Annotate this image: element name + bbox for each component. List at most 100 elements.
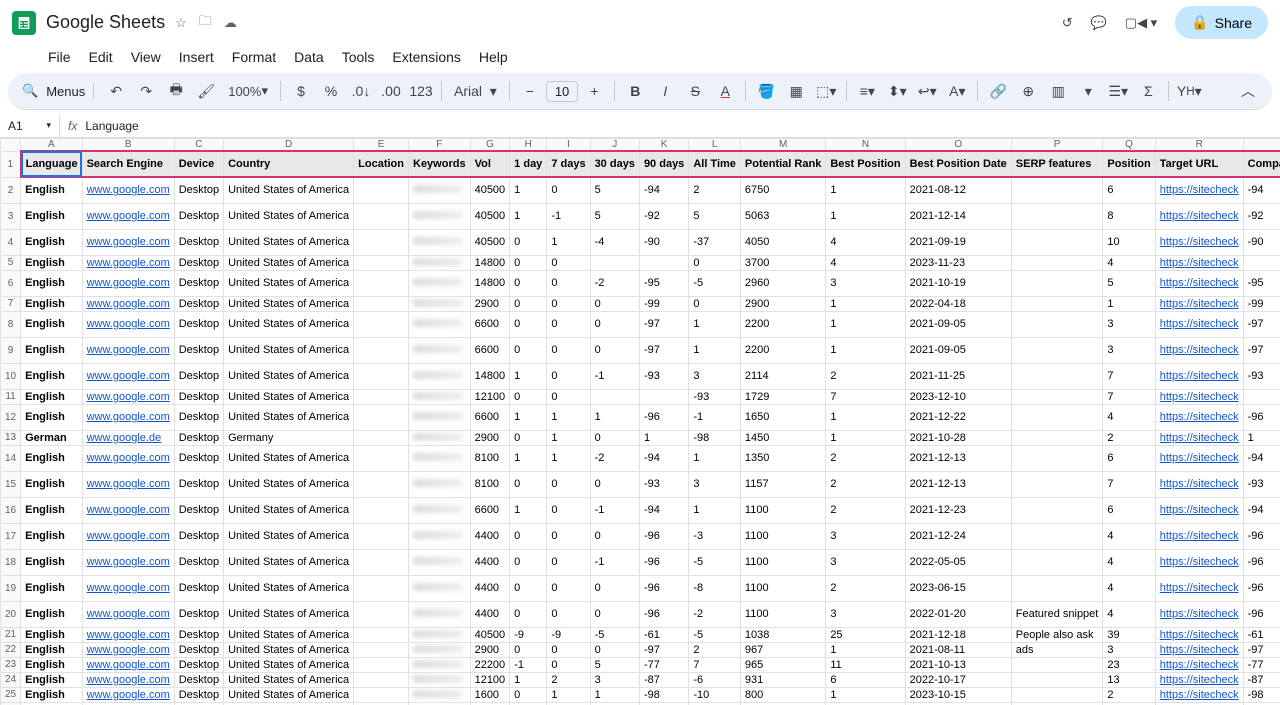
cell[interactable]: 0 — [590, 523, 639, 549]
row-header-10[interactable]: 10 — [1, 363, 21, 389]
cell[interactable] — [409, 404, 471, 430]
dec-decrease-button[interactable]: .0↓ — [347, 77, 375, 105]
cell[interactable]: 23 — [1103, 657, 1155, 672]
borders-button[interactable]: ▦ — [782, 77, 810, 105]
cell[interactable]: -94 — [1243, 445, 1280, 471]
cell[interactable]: 39 — [1103, 627, 1155, 642]
col-header-P[interactable]: P — [1011, 139, 1103, 152]
cloud-icon[interactable]: ☁ — [224, 15, 237, 31]
header-cell[interactable]: Position — [1103, 151, 1155, 177]
cell[interactable]: ads — [1011, 642, 1103, 657]
cell[interactable]: 0 — [547, 549, 590, 575]
cell[interactable]: 1729 — [740, 389, 825, 404]
cell[interactable]: -97 — [639, 311, 688, 337]
cell[interactable] — [1011, 497, 1103, 523]
cell[interactable] — [409, 575, 471, 601]
cell[interactable]: 1 — [689, 311, 741, 337]
cell[interactable]: https://sitecheck — [1155, 311, 1243, 337]
cell[interactable]: https://sitecheck — [1155, 404, 1243, 430]
cell[interactable] — [1011, 203, 1103, 229]
cell[interactable]: 1038 — [740, 627, 825, 642]
cell[interactable]: -97 — [639, 337, 688, 363]
cell[interactable] — [1011, 255, 1103, 270]
cell[interactable]: 6600 — [470, 497, 510, 523]
row-header-9[interactable]: 9 — [1, 337, 21, 363]
link-button[interactable]: 🔗 — [984, 77, 1012, 105]
cell[interactable]: 2023-11-23 — [905, 255, 1011, 270]
cell[interactable]: -98 — [639, 687, 688, 702]
cell[interactable] — [354, 404, 409, 430]
cell[interactable]: -98 — [1243, 687, 1280, 702]
cell[interactable]: -96 — [1243, 523, 1280, 549]
cell[interactable]: English — [21, 445, 82, 471]
cell[interactable] — [354, 497, 409, 523]
cell[interactable]: 1100 — [740, 575, 825, 601]
history-icon[interactable]: ↺ — [1062, 15, 1073, 31]
cell[interactable]: -8 — [689, 575, 741, 601]
menus-label[interactable]: Menus — [46, 84, 85, 99]
cell[interactable] — [354, 445, 409, 471]
header-cell[interactable]: Vol — [470, 151, 510, 177]
cell[interactable]: 8 — [1103, 203, 1155, 229]
wrap-button[interactable]: ↩▾ — [913, 77, 941, 105]
cell[interactable] — [354, 311, 409, 337]
cell[interactable]: 2 — [826, 471, 905, 497]
cell[interactable] — [409, 672, 471, 687]
cell[interactable]: United States of America — [224, 203, 354, 229]
cell[interactable]: 1100 — [740, 549, 825, 575]
cell[interactable]: 14800 — [470, 270, 510, 296]
cell[interactable]: 800 — [740, 687, 825, 702]
row-header-12[interactable]: 12 — [1, 404, 21, 430]
cell[interactable]: -1 — [590, 549, 639, 575]
cell[interactable]: 2021-12-13 — [905, 445, 1011, 471]
cell[interactable]: United States of America — [224, 389, 354, 404]
v-align-button[interactable]: ⬍▾ — [883, 77, 911, 105]
share-button[interactable]: 🔒 Share — [1175, 6, 1268, 39]
cell[interactable]: United States of America — [224, 270, 354, 296]
cell[interactable]: 2022-10-17 — [905, 672, 1011, 687]
cell[interactable]: 4 — [1103, 404, 1155, 430]
cell[interactable]: 1100 — [740, 497, 825, 523]
cell[interactable] — [354, 523, 409, 549]
cell[interactable]: 1 — [510, 672, 547, 687]
cell[interactable]: 1100 — [740, 523, 825, 549]
cell[interactable]: www.google.com — [82, 296, 174, 311]
header-cell[interactable]: Location — [354, 151, 409, 177]
doc-title[interactable]: Google Sheets — [46, 12, 165, 33]
header-cell[interactable]: SERP features — [1011, 151, 1103, 177]
cell[interactable]: 1 — [547, 445, 590, 471]
cell[interactable]: 4400 — [470, 601, 510, 627]
cell[interactable]: 0 — [590, 311, 639, 337]
cell[interactable] — [354, 687, 409, 702]
cell[interactable]: -77 — [639, 657, 688, 672]
cell[interactable]: -99 — [639, 296, 688, 311]
cell[interactable]: https://sitecheck — [1155, 687, 1243, 702]
cell[interactable]: https://sitecheck — [1155, 270, 1243, 296]
cell[interactable]: English — [21, 389, 82, 404]
cell[interactable]: 1 — [510, 177, 547, 203]
cell[interactable]: Desktop — [174, 549, 223, 575]
cell[interactable]: https://sitecheck — [1155, 296, 1243, 311]
cell[interactable]: 2114 — [740, 363, 825, 389]
col-header-E[interactable]: E — [354, 139, 409, 152]
cell[interactable]: https://sitecheck — [1155, 471, 1243, 497]
menu-edit[interactable]: Edit — [81, 45, 121, 69]
undo-button[interactable]: ↶ — [102, 77, 130, 105]
col-header-H[interactable]: H — [510, 139, 547, 152]
comment-button[interactable]: ⊕ — [1014, 77, 1042, 105]
cell[interactable]: -2 — [590, 445, 639, 471]
cell[interactable] — [409, 270, 471, 296]
cell[interactable]: www.google.com — [82, 404, 174, 430]
cell[interactable]: 2200 — [740, 311, 825, 337]
cell[interactable]: 7 — [689, 657, 741, 672]
cell[interactable]: English — [21, 404, 82, 430]
col-header-C[interactable]: C — [174, 139, 223, 152]
row-header-17[interactable]: 17 — [1, 523, 21, 549]
cell[interactable]: -93 — [639, 471, 688, 497]
cell[interactable]: Desktop — [174, 203, 223, 229]
cell[interactable]: 1 — [547, 687, 590, 702]
col-header-S[interactable]: S — [1243, 139, 1280, 152]
cell[interactable]: -94 — [1243, 177, 1280, 203]
col-header-G[interactable]: G — [470, 139, 510, 152]
cell[interactable]: -4 — [590, 229, 639, 255]
